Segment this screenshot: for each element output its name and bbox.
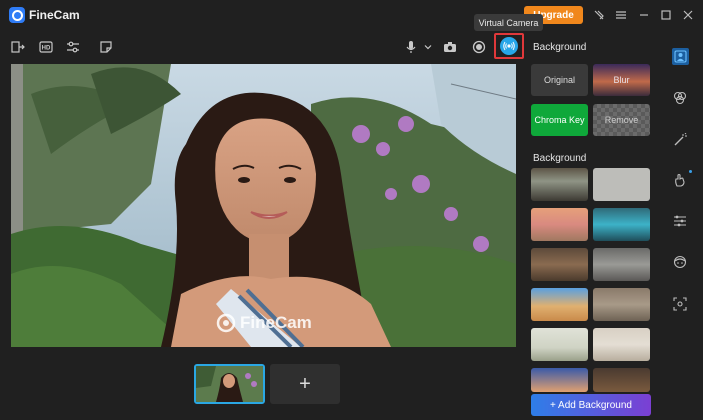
exit-icon[interactable]	[10, 39, 26, 55]
finecam-window: FineCam Upgrade Virtual Camera HD FineCa…	[0, 0, 703, 420]
person-icon[interactable]	[672, 48, 689, 65]
svg-text:HD: HD	[42, 46, 51, 52]
watermark-text: FineCam	[240, 313, 312, 332]
background-tile[interactable]	[531, 168, 588, 201]
magic-wand-icon[interactable]	[672, 132, 688, 148]
hd-icon[interactable]: HD	[38, 39, 54, 55]
virtual-camera-button[interactable]	[494, 33, 524, 59]
adjust-icon[interactable]	[672, 213, 688, 229]
option-blur[interactable]: Blur	[593, 64, 650, 96]
filter-icon[interactable]	[672, 90, 688, 106]
minimize-icon[interactable]	[636, 7, 652, 23]
option-remove[interactable]: Remove	[593, 104, 650, 136]
background-tile[interactable]	[593, 248, 650, 281]
notification-dot	[689, 170, 692, 173]
camera-icon[interactable]	[442, 39, 458, 55]
title-bar: FineCam Upgrade	[0, 0, 703, 30]
menu-icon[interactable]	[613, 7, 629, 23]
virtual-camera-icon	[500, 37, 518, 55]
option-chroma-key[interactable]: Chroma Key	[531, 104, 588, 136]
hand-icon[interactable]	[672, 172, 688, 188]
background-tile[interactable]	[593, 208, 650, 241]
option-remove-label: Remove	[604, 115, 639, 125]
background-library-title: Background	[533, 153, 587, 164]
background-tile[interactable]	[531, 368, 588, 392]
add-scene-button[interactable]: +	[270, 364, 340, 404]
sticker-icon[interactable]	[98, 39, 114, 55]
background-section-title: Background	[533, 42, 587, 53]
watermark: FineCam	[216, 313, 312, 333]
chevron-down-icon[interactable]	[420, 39, 436, 55]
virtual-camera-tooltip: Virtual Camera	[474, 14, 543, 31]
app-title: FineCam	[29, 8, 80, 22]
finecam-watermark-icon	[216, 313, 236, 333]
add-background-button[interactable]: + Add Background	[531, 394, 651, 416]
sliders-icon[interactable]	[65, 39, 81, 55]
background-tile[interactable]	[593, 168, 650, 201]
face-icon[interactable]	[672, 254, 688, 270]
camera-preview: FineCam	[11, 64, 516, 347]
mic-icon[interactable]	[403, 39, 419, 55]
background-tile[interactable]	[593, 328, 650, 361]
finecam-logo-icon	[9, 7, 25, 23]
background-tile[interactable]	[593, 288, 650, 321]
background-tile[interactable]	[531, 328, 588, 361]
scan-icon[interactable]	[672, 296, 688, 312]
maximize-icon[interactable]	[658, 7, 674, 23]
background-tile[interactable]	[531, 248, 588, 281]
option-original[interactable]: Original	[531, 64, 588, 96]
close-icon[interactable]	[680, 7, 696, 23]
record-icon[interactable]	[471, 39, 487, 55]
scene-thumbnail[interactable]	[194, 364, 265, 404]
background-tile[interactable]	[593, 368, 650, 392]
background-tile[interactable]	[531, 288, 588, 321]
background-tile[interactable]	[531, 208, 588, 241]
option-blur-label: Blur	[613, 75, 630, 85]
pin-icon[interactable]	[591, 7, 607, 23]
toolbar: HD	[0, 32, 528, 62]
